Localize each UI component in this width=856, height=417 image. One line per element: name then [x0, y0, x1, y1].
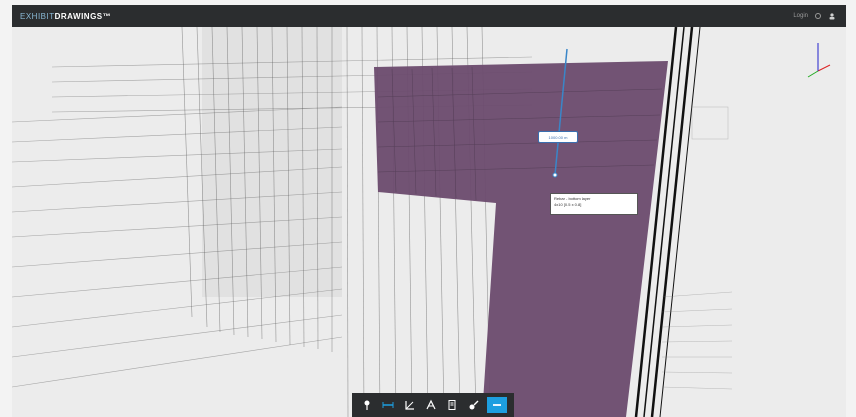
- info-line-2: 4x10 [0.5 x 0.8]: [554, 202, 582, 207]
- user-icon[interactable]: [828, 12, 836, 20]
- angle-icon: [404, 401, 414, 410]
- 3d-viewport[interactable]: 1000.00 m Rebar - bottom layer 4x10 [0.5…: [12, 27, 846, 417]
- measure-endpoint[interactable]: [552, 172, 558, 178]
- app-window: EXHIBIT DRAWINGS ™ Login 1000.00 m Rebar…: [12, 5, 846, 417]
- bottom-toolbar: [352, 393, 514, 417]
- element-info-box: Rebar - bottom layer 4x10 [0.5 x 0.8]: [550, 193, 638, 215]
- document-tool-button[interactable]: [444, 397, 460, 413]
- paint-tool-button[interactable]: [466, 397, 482, 413]
- dimension-label: 1000.00 m: [538, 131, 578, 143]
- active-mode-button[interactable]: [487, 397, 508, 413]
- text-tool-button[interactable]: [423, 397, 439, 413]
- model-canvas[interactable]: [12, 27, 846, 417]
- ruler-icon: [382, 402, 394, 408]
- brand-trademark: ™: [102, 11, 112, 21]
- text-icon: [426, 399, 436, 410]
- mode-icon: [493, 404, 502, 406]
- settings-icon[interactable]: [814, 12, 822, 20]
- brand-part-2: DRAWINGS: [54, 11, 103, 21]
- document-icon: [448, 400, 456, 410]
- angle-tool-button[interactable]: [402, 397, 418, 413]
- login-link[interactable]: Login: [793, 13, 808, 19]
- brand-logo: EXHIBIT DRAWINGS ™: [20, 12, 111, 21]
- back-panel: [202, 27, 342, 297]
- top-right-controls: Login: [793, 12, 836, 20]
- brand-part-1: EXHIBIT: [20, 11, 55, 21]
- measure-line-tool-button[interactable]: [380, 397, 396, 413]
- pin-icon: [364, 400, 370, 410]
- pin-tool-button[interactable]: [359, 397, 375, 413]
- top-bar: EXHIBIT DRAWINGS ™ Login: [12, 5, 846, 27]
- paint-icon: [469, 400, 479, 410]
